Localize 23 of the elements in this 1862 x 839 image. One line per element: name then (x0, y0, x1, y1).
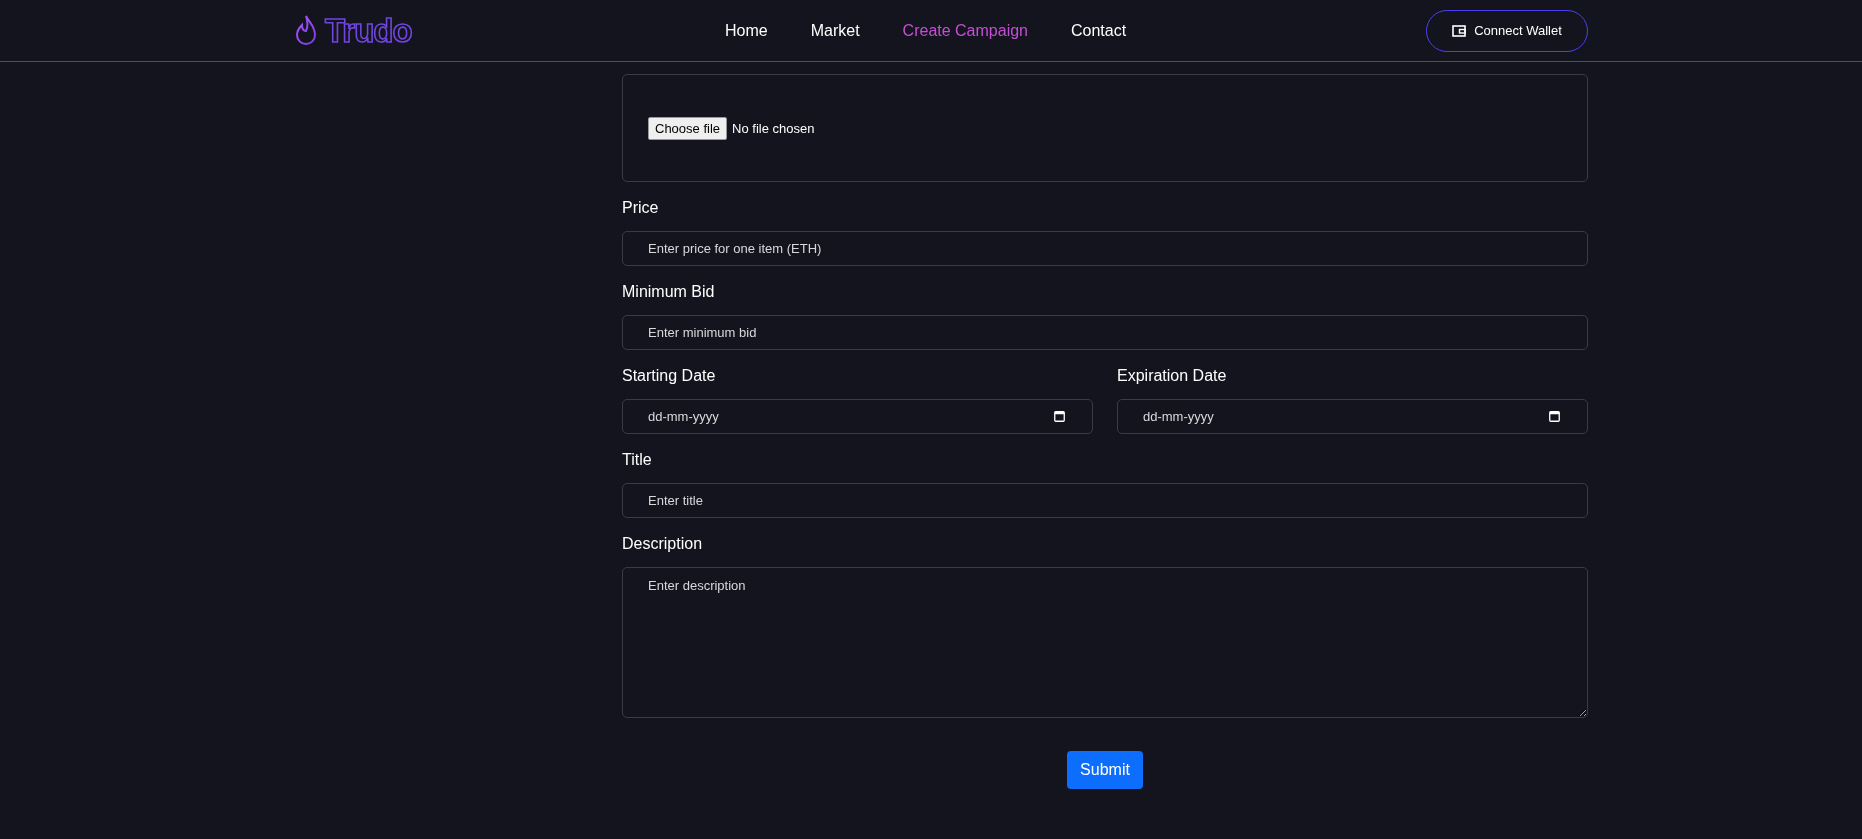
choose-file-button[interactable]: Choose file (648, 116, 728, 140)
nav-link[interactable]: Home (725, 21, 768, 40)
field-label: Expiration Date (1117, 367, 1228, 385)
wallet-icon (1452, 24, 1467, 37)
field-label: Minimum Bid (622, 283, 716, 301)
field-label: Description (622, 535, 704, 553)
field-label: Price (622, 199, 660, 217)
submit-button[interactable]: Submit (1067, 751, 1143, 789)
date-field[interactable]: dd-mm-yyyy (1117, 399, 1588, 434)
field-label: Starting Date (622, 367, 717, 385)
description-field[interactable]: Enter description (622, 567, 1588, 718)
calendar-icon[interactable] (1054, 411, 1065, 422)
nav-link[interactable]: Contact (1071, 21, 1127, 40)
nav-link[interactable]: Market (810, 21, 860, 40)
input-field[interactable]: Enter title (622, 483, 1588, 518)
field-label: Title (622, 451, 653, 469)
nav-link[interactable]: Create Campaign (902, 21, 1028, 40)
date-field[interactable]: dd-mm-yyyy (622, 399, 1093, 434)
flame-icon (295, 13, 317, 48)
input-field[interactable]: Enter price for one item (ETH) (622, 231, 1588, 266)
input-field[interactable]: Enter minimum bid (622, 315, 1588, 350)
calendar-icon[interactable] (1549, 411, 1560, 422)
file-status: No file chosen (732, 120, 815, 136)
